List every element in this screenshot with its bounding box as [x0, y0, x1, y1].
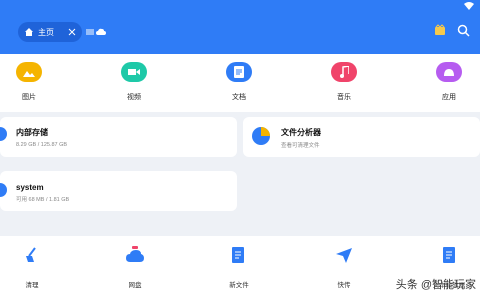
search-icon[interactable]	[457, 24, 470, 37]
video-icon	[121, 62, 147, 82]
wifi-icon	[464, 2, 474, 10]
system-detail: 可用 68 MB / 1.81 GB	[16, 197, 70, 203]
category-label: 文档	[232, 94, 246, 101]
storage-pie-icon	[0, 127, 7, 141]
menu-icon[interactable]	[86, 28, 94, 36]
file-analyzer-card[interactable]: 文件分析器 查看可清理文件	[243, 117, 480, 157]
tool-clean[interactable]: 清理	[7, 246, 57, 289]
vip-icon[interactable]	[434, 24, 446, 36]
storage-title: 内部存储	[16, 128, 48, 137]
broom-icon	[26, 247, 36, 262]
cloud-drive-icon	[126, 246, 144, 262]
storage-detail: 8.29 GB / 125.87 GB	[16, 142, 68, 148]
new-file-icon	[232, 247, 244, 263]
category-row: 图片 视频 文档 音乐 应用	[0, 54, 480, 112]
system-storage-card[interactable]: system 可用 68 MB / 1.81 GB	[0, 171, 237, 211]
image-icon	[16, 62, 42, 82]
tab-label: 主页	[38, 27, 54, 37]
category-music[interactable]: 音乐	[319, 62, 369, 102]
category-label: 图片	[22, 94, 36, 101]
category-label: 音乐	[337, 94, 351, 101]
document-icon	[226, 62, 252, 82]
tool-label: 清理	[25, 282, 39, 289]
category-documents[interactable]: 文档	[214, 62, 264, 102]
tool-quick-send[interactable]: 快传	[319, 246, 369, 289]
home-icon	[25, 28, 33, 36]
category-images[interactable]: 图片	[4, 62, 54, 102]
android-icon	[436, 62, 462, 82]
category-label: 应用	[442, 94, 456, 101]
top-bar: 主页	[0, 0, 480, 54]
pie-chart-icon	[252, 127, 270, 145]
file-analyzer-detail: 查看可清理文件	[281, 143, 320, 149]
tool-label: 快传	[337, 282, 351, 289]
watermark-text: 头条 @智能玩家	[395, 279, 476, 291]
tool-new-file[interactable]: 新文件	[214, 246, 264, 289]
category-videos[interactable]: 视频	[109, 62, 159, 102]
cloud-icon[interactable]	[96, 28, 106, 36]
category-apps[interactable]: 应用	[424, 62, 474, 102]
tool-label: 网盘	[128, 282, 142, 289]
system-title: system	[16, 183, 44, 192]
text-editor-icon	[443, 247, 455, 263]
internal-storage-card[interactable]: 内部存储 8.29 GB / 125.87 GB	[0, 117, 237, 157]
tool-cloud-drive[interactable]: 网盘	[110, 246, 160, 289]
storage-pie-icon	[0, 183, 7, 197]
tab-home[interactable]: 主页	[18, 22, 82, 42]
close-icon[interactable]	[68, 28, 76, 36]
tool-label: 新文件	[229, 282, 249, 289]
category-label: 视频	[127, 94, 141, 101]
music-icon	[331, 62, 357, 82]
send-icon	[336, 248, 352, 263]
file-analyzer-title: 文件分析器	[281, 128, 321, 137]
